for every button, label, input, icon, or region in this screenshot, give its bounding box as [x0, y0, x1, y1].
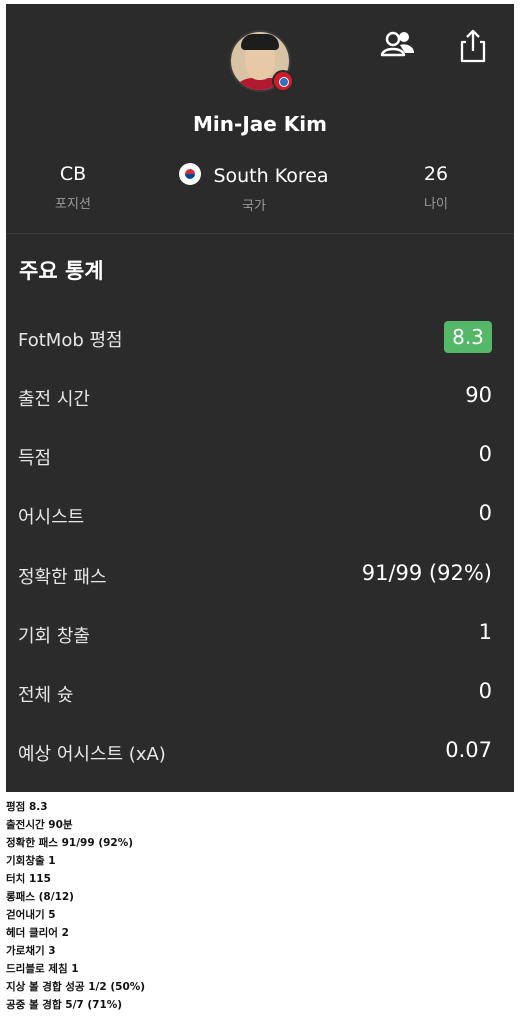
- stat-row-rating: FotMob 평점 8.3: [6, 318, 514, 358]
- stat-row-total-shots: 전체 슛 0: [6, 673, 514, 713]
- stat-row-goals: 득점 0: [6, 436, 514, 476]
- note-line: 지상 볼 경합 성공 1/2 (50%): [6, 981, 146, 993]
- note-line: 가로채기 3: [6, 945, 56, 957]
- stat-label: 정확한 패스: [18, 567, 107, 588]
- country-value: South Korea: [213, 165, 329, 187]
- stat-value: 0: [478, 501, 492, 525]
- stat-label: 예상 어시스트 (xA): [18, 744, 166, 765]
- stat-notes: 평점 8.3 출전시간 90분 정확한 패스 91/99 (92%) 기회창출 …: [6, 798, 145, 1014]
- stat-label: 득점: [18, 448, 52, 469]
- note-line: 드리블로 제침 1: [6, 963, 79, 975]
- note-line: 터치 115: [6, 873, 51, 885]
- note-line: 정확한 패스 91/99 (92%): [6, 837, 134, 849]
- stat-label: 기회 창출: [18, 626, 90, 647]
- note-line: 평점 8.3: [6, 801, 48, 813]
- age-info: 26 나이: [406, 163, 466, 212]
- position-value: CB: [59, 163, 87, 185]
- stat-row-minutes: 출전 시간 90: [6, 377, 514, 417]
- stat-row-accurate-passes: 정확한 패스 91/99 (92%): [6, 555, 514, 595]
- stat-row-expected-assists: 예상 어시스트 (xA) 0.07: [6, 732, 514, 772]
- note-line: 롱패스 (8/12): [6, 891, 74, 903]
- note-line: 헤더 클리어 2: [6, 927, 69, 939]
- age-value: 26: [423, 163, 449, 185]
- age-label: 나이: [424, 197, 448, 212]
- stat-value: 91/99 (92%): [361, 561, 492, 585]
- top-strip: [6, 0, 514, 4]
- rating-badge: 8.3: [444, 321, 492, 353]
- country-info[interactable]: South Korea 국가: [164, 163, 344, 214]
- stat-value: 0.07: [445, 738, 492, 762]
- stat-row-chances-created: 기회 창출 1: [6, 614, 514, 654]
- player-name: Min-Jae Kim: [193, 112, 327, 136]
- share-button[interactable]: [453, 26, 493, 66]
- position-label: 포지션: [55, 197, 91, 212]
- position-info: CB 포지션: [38, 163, 108, 212]
- share-icon: [460, 29, 486, 63]
- person-add-icon: [380, 31, 414, 57]
- stat-value: 90: [465, 383, 492, 407]
- stat-label: FotMob 평점: [18, 330, 123, 351]
- stat-value: 0: [478, 679, 492, 703]
- stat-label: 출전 시간: [18, 389, 90, 410]
- divider: [6, 233, 514, 234]
- stats-section-title: 주요 통계: [19, 259, 104, 283]
- player-card: Min-Jae Kim CB 포지션 South Korea 국가 26 나이 …: [6, 0, 514, 792]
- follow-player-button[interactable]: [378, 26, 418, 66]
- stat-row-assists: 어시스트 0: [6, 495, 514, 535]
- note-line: 출전시간 90분: [6, 819, 73, 831]
- country-label: 국가: [242, 199, 266, 214]
- club-badge-icon: [272, 70, 294, 92]
- south-korea-flag-icon: [179, 163, 202, 185]
- note-line: 걷어내기 5: [6, 909, 56, 921]
- stat-label: 어시스트: [18, 507, 85, 528]
- stat-value: 1: [478, 620, 492, 644]
- stat-label: 전체 슛: [18, 685, 74, 706]
- note-line: 기회창출 1: [6, 855, 56, 867]
- note-line: 공중 볼 경합 5/7 (71%): [6, 999, 123, 1011]
- stat-value: 0: [478, 442, 492, 466]
